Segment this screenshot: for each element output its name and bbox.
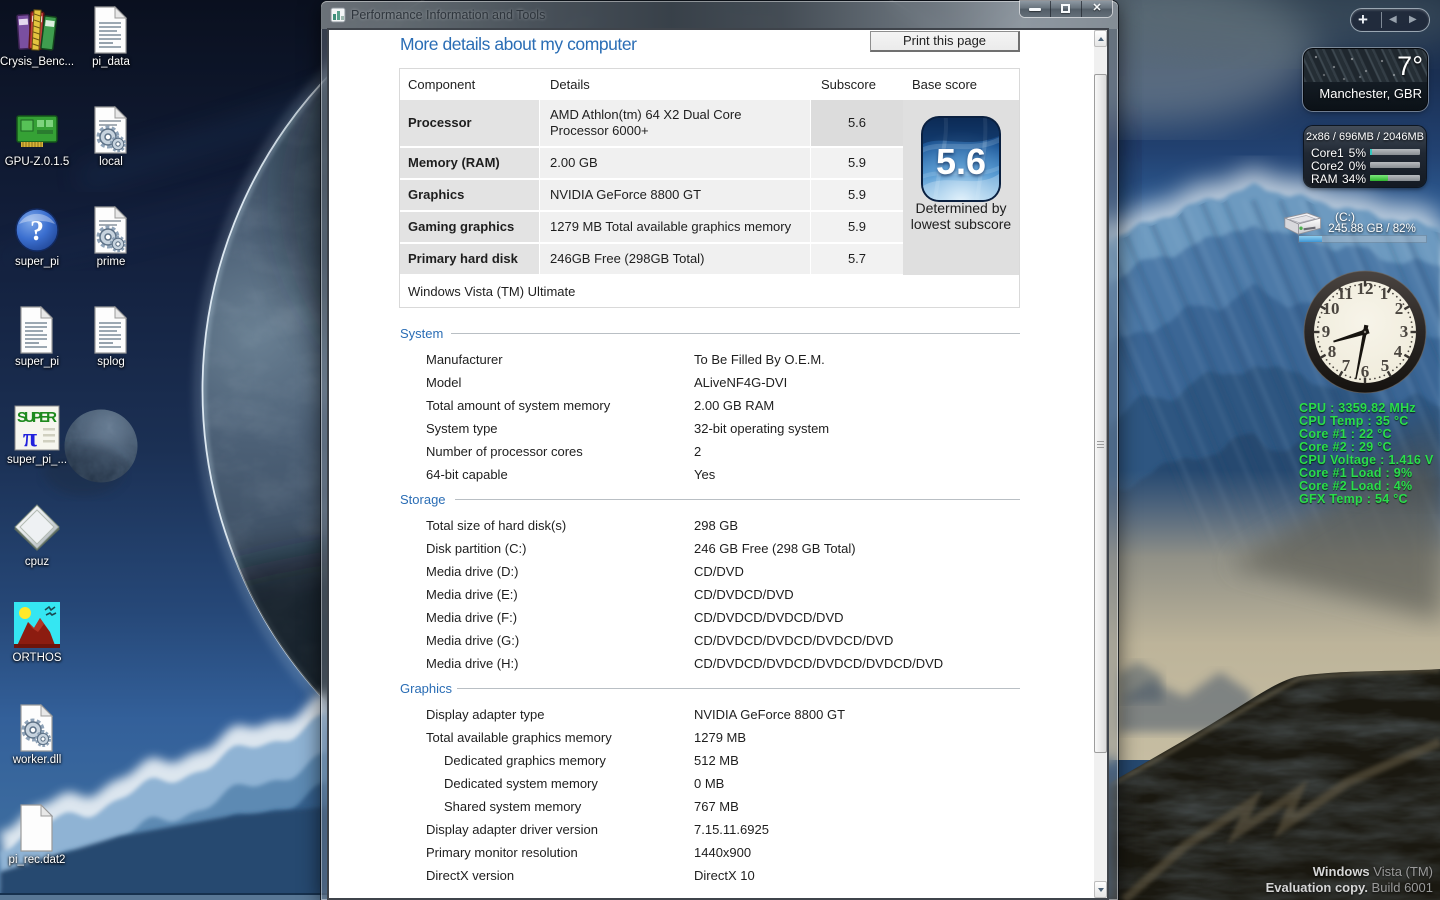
svg-text:2: 2 — [1395, 299, 1404, 318]
svg-text:5: 5 — [1381, 356, 1390, 375]
svg-text:π: π — [23, 423, 37, 452]
svg-text:8: 8 — [1328, 342, 1337, 361]
svg-text:1: 1 — [1380, 284, 1389, 303]
svg-text:?: ? — [30, 216, 44, 247]
svg-text:4: 4 — [1394, 342, 1403, 361]
svg-text:11: 11 — [1337, 284, 1353, 303]
svg-text:12: 12 — [1357, 279, 1374, 298]
svg-text:3: 3 — [1400, 322, 1409, 341]
svg-text:7: 7 — [1342, 356, 1351, 375]
svg-text:9: 9 — [1322, 322, 1331, 341]
svg-text:5.6: 5.6 — [936, 141, 986, 182]
svg-text:6: 6 — [1361, 362, 1370, 381]
